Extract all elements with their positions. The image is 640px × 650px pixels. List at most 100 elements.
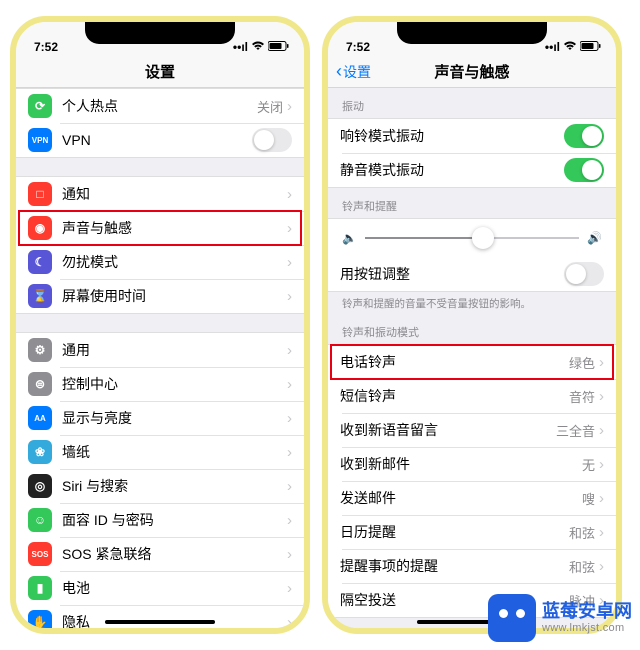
- display-icon: AA: [28, 406, 52, 430]
- settings-row[interactable]: ⟳个人热点关闭›: [16, 89, 304, 123]
- chevron-right-icon: ›: [599, 558, 604, 575]
- sounds-row[interactable]: 静音模式振动: [328, 153, 616, 187]
- settings-row[interactable]: ▮电池›: [16, 571, 304, 605]
- row-label: 勿扰模式: [62, 252, 287, 272]
- chevron-right-icon: ›: [287, 444, 292, 461]
- sounds-row[interactable]: 发送邮件嗖›: [328, 481, 616, 515]
- chevron-right-icon: ›: [287, 478, 292, 495]
- sounds-row[interactable]: 日历提醒和弦›: [328, 515, 616, 549]
- back-button[interactable]: ‹ 设置: [336, 61, 371, 82]
- row-label: SOS 紧急联络: [62, 544, 287, 564]
- row-label: 面容 ID 与密码: [62, 510, 287, 530]
- chevron-right-icon: ›: [287, 342, 292, 359]
- toggle-switch[interactable]: [252, 128, 292, 152]
- settings-row[interactable]: ◉ 声音与触感›: [16, 211, 304, 245]
- chevron-right-icon: ›: [287, 220, 292, 237]
- settings-row[interactable]: ☺ 面容 ID 与密码›: [16, 503, 304, 537]
- chevron-right-icon: ›: [287, 512, 292, 529]
- sounds-row[interactable]: 短信铃声音符›: [328, 379, 616, 413]
- sounds-row[interactable]: 提醒事项的提醒和弦›: [328, 549, 616, 583]
- row-value: 嗖: [582, 489, 595, 508]
- notch: [85, 22, 235, 44]
- notch: [397, 22, 547, 44]
- hotspot-icon: ⟳: [28, 94, 52, 118]
- row-label: 提醒事项的提醒: [340, 556, 569, 576]
- row-value: 无: [582, 455, 595, 474]
- wifi-icon: [251, 40, 265, 54]
- privacy-icon: ✋: [28, 610, 52, 628]
- section-label-vibrate: 振动: [328, 88, 616, 118]
- row-label: 电话铃声: [340, 352, 569, 372]
- settings-row[interactable]: AA 显示与亮度›: [16, 401, 304, 435]
- speaker-high-icon: 🔊: [587, 231, 602, 245]
- chevron-right-icon: ›: [287, 254, 292, 271]
- sounds-row[interactable]: 电话铃声绿色›: [328, 345, 616, 379]
- vpn-icon: VPN: [28, 128, 52, 152]
- sounds-row[interactable]: 用按钮调整: [328, 257, 616, 291]
- settings-row[interactable]: VPN VPN: [16, 123, 304, 157]
- chevron-right-icon: ›: [599, 490, 604, 507]
- chevron-right-icon: ›: [599, 354, 604, 371]
- back-label: 设置: [343, 62, 371, 82]
- watermark: 蓝莓安卓网 www.lmkjst.com: [488, 594, 632, 642]
- settings-row[interactable]: ⌛ 屏幕使用时间›: [16, 279, 304, 313]
- watermark-url: www.lmkjst.com: [542, 622, 632, 634]
- row-label: 个人热点: [62, 96, 257, 116]
- settings-row[interactable]: ⚙通用›: [16, 333, 304, 367]
- row-label: 收到新语音留言: [340, 420, 556, 440]
- row-label: 响铃模式振动: [340, 126, 564, 146]
- toggle-switch[interactable]: [564, 158, 604, 182]
- slider-fill: [365, 237, 483, 239]
- settings-row[interactable]: ◎Siri 与搜索›: [16, 469, 304, 503]
- chevron-right-icon: ›: [287, 410, 292, 427]
- sounds-row[interactable]: 收到新邮件无›: [328, 447, 616, 481]
- control-center-icon: ⊜: [28, 372, 52, 396]
- chevron-right-icon: ›: [287, 288, 292, 305]
- row-value: 三全音: [556, 421, 595, 440]
- signal-icon: ••ıl: [233, 40, 248, 54]
- settings-list[interactable]: ⟳个人热点关闭›VPNVPN□通知›◉声音与触感›☾勿扰模式›⌛屏幕使用时间›⚙…: [16, 88, 304, 628]
- sos-icon: SOS: [28, 542, 52, 566]
- watermark-site: 蓝莓安卓网: [542, 602, 632, 622]
- row-label: 显示与亮度: [62, 408, 287, 428]
- settings-row[interactable]: SOS SOS 紧急联络›: [16, 537, 304, 571]
- section-label-ringer: 铃声和提醒: [328, 188, 616, 218]
- settings-row[interactable]: ☾勿扰模式›: [16, 245, 304, 279]
- row-label: 声音与触感: [62, 218, 287, 238]
- slider-track[interactable]: [365, 237, 579, 239]
- chevron-right-icon: ›: [599, 422, 604, 439]
- sounds-icon: ◉: [28, 216, 52, 240]
- wifi-icon: [563, 40, 577, 54]
- settings-row[interactable]: □通知›: [16, 177, 304, 211]
- chevron-right-icon: ›: [287, 376, 292, 393]
- chevron-right-icon: ›: [599, 524, 604, 541]
- row-value: 绿色: [569, 353, 595, 372]
- toggle-switch[interactable]: [564, 262, 604, 286]
- row-label: 电池: [62, 578, 287, 598]
- navbar-sounds: ‹ 设置 声音与触感: [328, 56, 616, 88]
- sounds-list[interactable]: 振动响铃模式振动静音模式振动铃声和提醒🔈🔊用按钮调整铃声和提醒的音量不受音量按钮…: [328, 88, 616, 628]
- settings-row[interactable]: ❀墙纸›: [16, 435, 304, 469]
- chevron-right-icon: ›: [287, 186, 292, 203]
- volume-slider[interactable]: 🔈🔊: [328, 219, 616, 257]
- screen-time-icon: ⌛: [28, 284, 52, 308]
- row-value: 和弦: [569, 523, 595, 542]
- slider-thumb[interactable]: [472, 227, 494, 249]
- sounds-row[interactable]: 响铃模式振动: [328, 119, 616, 153]
- chevron-right-icon: ›: [287, 546, 292, 563]
- row-label: 日历提醒: [340, 522, 569, 542]
- home-indicator[interactable]: [105, 620, 215, 624]
- settings-row[interactable]: ✋隐私›: [16, 605, 304, 628]
- row-label: 屏幕使用时间: [62, 286, 287, 306]
- row-label: 静音模式振动: [340, 160, 564, 180]
- sounds-row[interactable]: 收到新语音留言三全音›: [328, 413, 616, 447]
- status-time: 7:52: [34, 40, 58, 54]
- row-label: VPN: [62, 132, 252, 148]
- faceid-icon: ☺: [28, 508, 52, 532]
- toggle-switch[interactable]: [564, 124, 604, 148]
- row-label: 发送邮件: [340, 488, 582, 508]
- row-label: Siri 与搜索: [62, 476, 287, 496]
- row-label: 控制中心: [62, 374, 287, 394]
- settings-row[interactable]: ⊜ 控制中心›: [16, 367, 304, 401]
- row-label: 短信铃声: [340, 386, 569, 406]
